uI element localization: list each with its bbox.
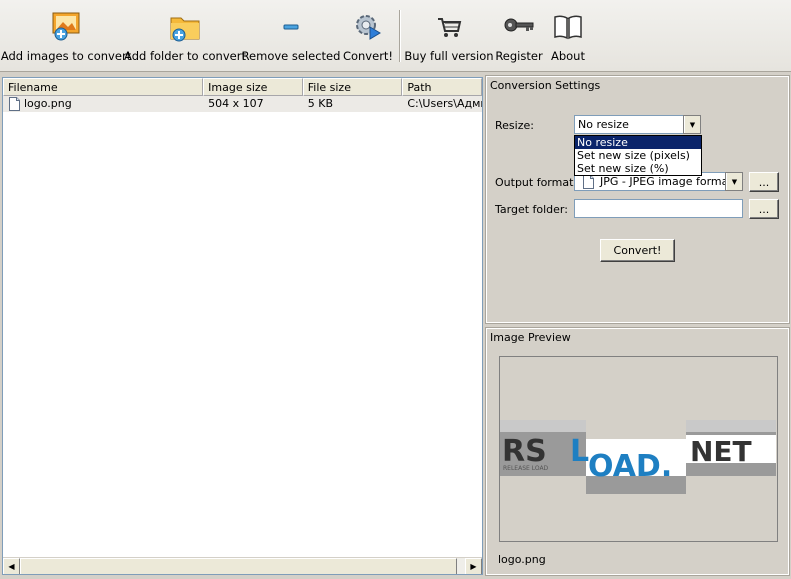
buy-full-version-button[interactable]: Buy full version: [404, 6, 494, 66]
preview-caption: logo.png: [498, 553, 546, 566]
add-folder-icon: [170, 17, 200, 42]
logo-tagline: RELEASE LOAD: [503, 465, 549, 472]
cart-icon: [438, 18, 462, 37]
add-images-button[interactable]: Add images to convert: [1, 6, 131, 66]
column-file-size[interactable]: File size: [302, 78, 403, 96]
horizontal-scrollbar[interactable]: ◀ ▶: [3, 557, 482, 574]
cell-path: C:\Users\Адми: [407, 97, 483, 110]
format-file-icon: [583, 174, 594, 189]
file-icon: [9, 97, 20, 111]
key-icon: [504, 18, 534, 32]
image-preview-box: RS RELEASE LOAD L OAD. NET: [499, 356, 778, 542]
target-folder-input[interactable]: [574, 199, 743, 218]
convert-toolbar-label: Convert!: [342, 49, 394, 63]
resize-option-no-resize[interactable]: No resize: [575, 136, 701, 149]
convert-button[interactable]: Convert!: [600, 239, 675, 262]
output-format-browse-button[interactable]: ...: [749, 172, 779, 192]
target-folder-browse-button[interactable]: ...: [749, 199, 779, 219]
remove-selected-button[interactable]: Remove selected: [242, 6, 340, 66]
file-row[interactable]: logo.png 504 x 107 5 KB C:\Users\Адми: [3, 96, 482, 112]
cell-file-size: 5 KB: [307, 97, 334, 110]
resize-label: Resize:: [495, 119, 534, 132]
preview-logo-image: RS RELEASE LOAD L OAD. NET: [500, 420, 776, 494]
logo-part-net: NET: [690, 435, 752, 468]
scroll-left-icon[interactable]: ◀: [3, 558, 20, 574]
resize-dropdown-arrow-icon[interactable]: ▼: [683, 115, 701, 134]
logo-part-rs: RS: [502, 434, 547, 469]
register-button[interactable]: Register: [495, 6, 543, 66]
conversion-settings-title: Conversion Settings: [490, 79, 601, 92]
column-image-size[interactable]: Image size: [203, 78, 303, 96]
file-list[interactable]: Filename Image size File size Path logo.…: [2, 77, 483, 575]
add-folder-label: Add folder to convert: [124, 49, 246, 63]
output-format-label: Output format:: [495, 176, 578, 189]
filename-text: logo.png: [24, 97, 72, 110]
file-list-header: Filename Image size File size Path: [3, 78, 482, 96]
image-preview-title: Image Preview: [490, 331, 571, 344]
output-format-arrow-icon[interactable]: ▼: [725, 172, 743, 191]
add-folder-button[interactable]: Add folder to convert: [124, 6, 246, 66]
remove-icon: [283, 24, 299, 30]
resize-option-percent[interactable]: Set new size (%): [575, 162, 701, 175]
book-icon: [554, 15, 582, 40]
register-label: Register: [495, 49, 543, 63]
about-label: About: [550, 49, 585, 63]
convert-toolbar-button[interactable]: Convert!: [342, 6, 394, 66]
toolbar-separator: [399, 10, 401, 62]
remove-selected-label: Remove selected: [241, 49, 341, 63]
resize-select[interactable]: No resize ▼: [574, 115, 701, 134]
toolbar: Add images to convert Add folder to conv…: [0, 0, 791, 72]
output-format-value: JPG - JPEG image format: [600, 175, 726, 188]
target-folder-label: Target folder:: [495, 203, 568, 216]
logo-part-l: L: [570, 434, 589, 469]
cell-image-size: 504 x 107: [208, 97, 264, 110]
resize-dropdown-list[interactable]: No resize Set new size (pixels) Set new …: [574, 135, 702, 176]
add-images-icon: [52, 12, 80, 41]
logo-part-oad: OAD.: [588, 449, 672, 484]
about-button[interactable]: About: [549, 6, 587, 66]
column-filename[interactable]: Filename: [3, 78, 204, 96]
buy-full-version-label: Buy full version: [404, 49, 494, 63]
resize-selected-value: No resize: [578, 118, 629, 131]
scrollbar-thumb[interactable]: [20, 558, 457, 574]
add-images-label: Add images to convert: [0, 49, 132, 63]
cell-filename: logo.png: [3, 96, 203, 112]
resize-option-pixels[interactable]: Set new size (pixels): [575, 149, 701, 162]
scroll-right-icon[interactable]: ▶: [465, 558, 482, 574]
column-path[interactable]: Path: [402, 78, 482, 96]
convert-gear-icon: [356, 15, 381, 40]
